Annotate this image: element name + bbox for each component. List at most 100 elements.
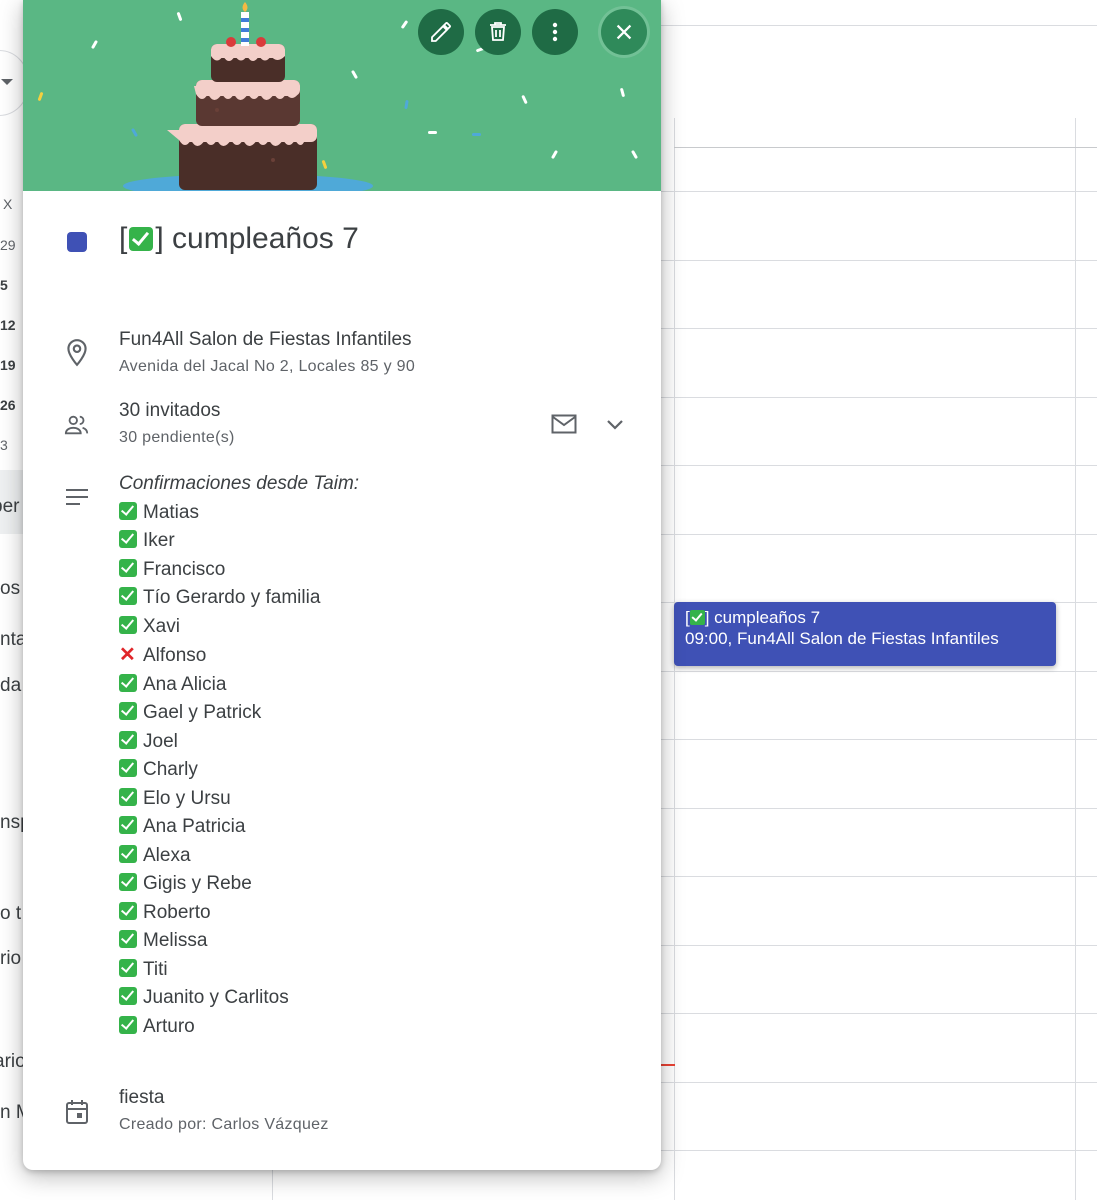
confirmation-name: Gael y Patrick — [143, 702, 262, 723]
check-emoji-icon — [689, 610, 705, 625]
check-mark-icon — [119, 787, 137, 806]
calendar-name: fiesta — [119, 1087, 165, 1108]
confirmation-item: Melissa — [119, 927, 359, 956]
delete-button[interactable] — [475, 9, 521, 55]
current-time-indicator — [661, 1064, 675, 1066]
expand-guests-button[interactable] — [601, 410, 629, 438]
confirmation-name: Tío Gerardo y familia — [143, 587, 321, 608]
event-description: Confirmaciones desde Taim: Matias Iker Fra… — [119, 470, 359, 1041]
event-chip[interactable]: [] cumpleaños 7 09:00, Fun4All Salon de … — [674, 602, 1056, 666]
hour-gridline — [661, 260, 1097, 261]
confetti-piece — [428, 131, 437, 134]
guests-people-icon — [64, 415, 89, 435]
confirmations-list: Matias Iker Francisco Tío Gerardo y familia… — [119, 499, 359, 1042]
location-name: Fun4All Salon de Fiestas Infantiles — [119, 329, 412, 350]
mini-calendar-day[interactable]: 29 — [0, 237, 16, 253]
mini-calendar-day[interactable]: 3 — [0, 437, 8, 453]
check-mark-icon — [119, 1015, 137, 1034]
cross-mark-icon: ✕ — [119, 644, 136, 666]
check-emoji-icon — [129, 227, 154, 251]
birthday-banner — [23, 0, 661, 191]
grid-divider — [1075, 118, 1076, 1200]
confetti-piece — [619, 87, 626, 98]
confirmation-name: Ana Alicia — [143, 673, 227, 695]
check-mark-icon — [119, 759, 137, 777]
close-icon — [616, 24, 632, 40]
confirmation-name: Joel — [143, 730, 178, 752]
check-mark-icon — [119, 958, 137, 977]
confirmation-name: Alfonso — [143, 645, 207, 666]
confirmation-item: Arturo — [119, 1013, 359, 1042]
confirmation-item: ✕ Alfonso — [119, 641, 359, 671]
confirmation-name: Titi — [143, 958, 168, 980]
hour-gridline — [661, 1013, 1097, 1014]
confirmation-item: Roberto — [119, 899, 359, 928]
mini-calendar-day[interactable]: 19 — [0, 357, 16, 373]
confetti-piece — [521, 94, 528, 105]
birthday-cake-illustration — [123, 2, 373, 191]
confirmation-item: Iker — [119, 527, 359, 556]
hour-gridline — [661, 1150, 1097, 1151]
confirmation-item: Xavi — [119, 613, 359, 642]
delete-trash-icon — [490, 22, 506, 41]
sidebar-item-fragment[interactable]: da — [0, 675, 21, 697]
confirmation-name: Xavi — [143, 615, 180, 637]
hour-gridline — [661, 1082, 1097, 1083]
hour-gridline — [661, 739, 1097, 740]
description-heading: Confirmaciones desde Taim: — [119, 473, 360, 494]
check-mark-icon — [119, 930, 137, 948]
confetti-piece — [630, 149, 639, 160]
sidebar-item-fragment[interactable]: ario — [0, 1051, 26, 1073]
confirmation-item: Tío Gerardo y familia — [119, 584, 359, 613]
confirmation-name: Alexa — [143, 844, 191, 866]
mini-calendar-day[interactable]: 5 — [0, 277, 8, 293]
sidebar-item-fragment[interactable]: ber — [0, 496, 19, 518]
confetti-piece — [550, 149, 559, 160]
hour-gridline — [661, 534, 1097, 535]
confirmation-name: Matias — [143, 501, 199, 523]
check-mark-icon — [119, 702, 137, 720]
mini-calendar-day[interactable]: 12 — [0, 317, 16, 333]
confirmation-name: Melissa — [143, 930, 208, 951]
email-envelope-icon — [551, 414, 577, 434]
location-row-icon — [64, 339, 90, 367]
sidebar-item-fragment[interactable]: o t — [0, 903, 21, 925]
location-pin-icon — [67, 339, 87, 367]
sidebar-item-fragment[interactable]: rio — [0, 948, 21, 970]
check-mark-icon — [119, 987, 137, 1005]
confirmation-item: Ana Alicia — [119, 671, 359, 700]
hour-gridline — [661, 328, 1097, 329]
caret-down-icon — [1, 79, 13, 85]
check-mark-icon — [119, 530, 137, 548]
close-button[interactable] — [601, 9, 647, 55]
confirmation-item: Francisco — [119, 556, 359, 585]
check-mark-icon — [119, 901, 137, 920]
edit-pencil-icon — [431, 22, 451, 42]
hour-gridline — [661, 945, 1097, 946]
confetti-piece — [400, 19, 409, 30]
confirmation-item: Gael y Patrick — [119, 699, 359, 728]
header-divider — [661, 25, 1097, 26]
confirmation-name: Charly — [143, 759, 198, 780]
hour-gridline — [661, 465, 1097, 466]
confirmation-item: Matias — [119, 499, 359, 528]
calendar-icon — [66, 1100, 88, 1124]
guests-pending: 30 pendiente(s) — [119, 429, 235, 446]
confirmation-item: Titi — [119, 956, 359, 985]
confirmation-name: Arturo — [143, 1015, 195, 1037]
sidebar-item-fragment[interactable]: os — [0, 578, 20, 600]
mini-calendar-day[interactable]: 26 — [0, 397, 16, 413]
more-options-button[interactable] — [532, 9, 578, 55]
edit-button[interactable] — [418, 9, 464, 55]
email-guests-button[interactable] — [550, 410, 578, 438]
calendar-row-icon — [64, 1099, 90, 1125]
confetti-piece — [90, 39, 99, 50]
event-title: [] cumpleaños 7 — [119, 222, 359, 255]
confirmation-item: Ana Patricia — [119, 813, 359, 842]
location-address: Avenida del Jacal No 2, Locales 85 y 90 — [119, 358, 416, 375]
check-mark-icon — [119, 558, 137, 577]
check-mark-icon — [119, 615, 137, 634]
confirmation-name: Juanito y Carlitos — [143, 987, 289, 1008]
confirmation-item: Joel — [119, 728, 359, 757]
check-mark-icon — [119, 816, 137, 834]
